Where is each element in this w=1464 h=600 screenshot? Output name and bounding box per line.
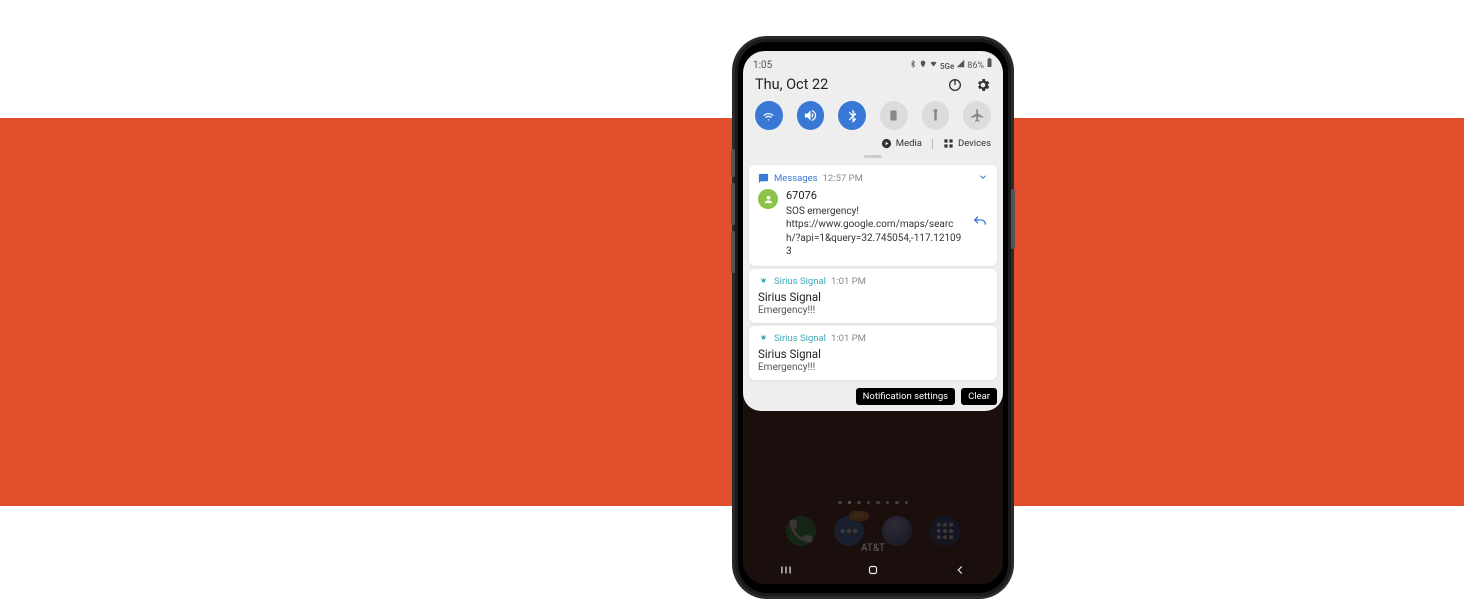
wifi-icon	[929, 59, 938, 71]
gear-icon[interactable]	[975, 77, 991, 93]
reply-icon[interactable]	[972, 214, 988, 234]
qs-sound[interactable]	[797, 101, 825, 130]
shade-actions: Notification settings Clear	[743, 386, 1003, 411]
notif-line1: SOS emergency!	[786, 205, 964, 219]
qs-wifi[interactable]	[755, 101, 783, 130]
phone-side-button	[731, 231, 735, 273]
notif-app-name: Sirius Signal	[774, 276, 826, 287]
avatar	[758, 189, 778, 209]
notif-app-name: Messages	[774, 173, 818, 184]
notif-app-name: Sirius Signal	[774, 333, 826, 344]
carrier-label: AT&T	[743, 543, 1003, 554]
apps-drawer-icon[interactable]	[930, 516, 960, 546]
media-label: Media	[896, 138, 922, 149]
shade-header: Thu, Oct 22	[743, 73, 1003, 99]
signal-icon	[956, 59, 965, 71]
sirius-icon	[758, 276, 769, 287]
notif-time: 12:57 PM	[823, 173, 863, 184]
notif-time: 1:01 PM	[831, 333, 866, 344]
dock: 321	[743, 516, 1003, 546]
network-label: 5Ge	[940, 62, 954, 71]
location-icon	[919, 60, 927, 71]
battery-label: 86%	[967, 61, 984, 71]
phone-side-button	[731, 183, 735, 225]
quick-settings	[743, 99, 1003, 134]
phone-side-button	[731, 149, 735, 177]
notif-content: 67076 SOS emergency! https://www.google.…	[786, 189, 964, 259]
phone-frame: 321 AT&T 1:05	[735, 39, 1011, 596]
chevron-down-icon[interactable]	[978, 172, 988, 185]
devices-button[interactable]: Devices	[943, 138, 991, 149]
qs-bluetooth[interactable]	[838, 101, 866, 130]
phone-screen: 321 AT&T 1:05	[743, 51, 1003, 584]
qs-rotate[interactable]	[880, 101, 908, 130]
power-icon[interactable]	[947, 77, 963, 93]
notif-time: 1:01 PM	[831, 276, 866, 287]
notif-title: Sirius Signal	[758, 290, 988, 304]
nav-back[interactable]	[953, 562, 967, 581]
media-button[interactable]: Media	[881, 138, 922, 149]
notification-shade[interactable]: 1:05 5Ge 86%	[743, 51, 1003, 411]
phone-side-button	[1011, 189, 1015, 249]
nav-bar	[743, 558, 1003, 584]
clear-button[interactable]: Clear	[961, 388, 997, 405]
notification-list: Messages 12:57 PM 67076 SOS emergency!	[743, 162, 1003, 386]
notification-settings-button[interactable]: Notification settings	[856, 388, 955, 405]
status-time: 1:05	[753, 60, 772, 71]
notif-body: Emergency!!!	[758, 362, 988, 373]
messages-icon	[758, 173, 769, 184]
notif-title: Sirius Signal	[758, 347, 988, 361]
notification-sirius-1[interactable]: Sirius Signal 1:01 PM Sirius Signal Emer…	[749, 269, 997, 323]
notif-body: Emergency!!!	[758, 305, 988, 316]
notif-sender: 67076	[786, 189, 964, 204]
page-indicator	[743, 501, 1003, 505]
shade-date: Thu, Oct 22	[755, 76, 935, 93]
phone-app-icon[interactable]	[786, 516, 816, 546]
badge: 321	[849, 511, 869, 521]
devices-label: Devices	[958, 138, 991, 149]
notif-line2: https://www.google.com/maps/search/?api=…	[786, 218, 964, 259]
nav-home[interactable]	[866, 562, 880, 581]
shade-handle[interactable]	[864, 155, 882, 158]
media-devices-row: Media Devices	[743, 134, 1003, 155]
notification-sirius-2[interactable]: Sirius Signal 1:01 PM Sirius Signal Emer…	[749, 326, 997, 380]
qs-flashlight[interactable]	[922, 101, 950, 130]
status-bar: 1:05 5Ge 86%	[743, 51, 1003, 73]
separator	[932, 139, 933, 149]
notification-messages[interactable]: Messages 12:57 PM 67076 SOS emergency!	[749, 165, 997, 266]
sirius-icon	[758, 333, 769, 344]
browser-app-icon[interactable]	[882, 516, 912, 546]
messages-app-icon[interactable]: 321	[834, 516, 864, 546]
nav-recents[interactable]	[779, 562, 793, 581]
battery-icon	[986, 58, 993, 71]
bluetooth-icon	[909, 60, 917, 71]
qs-airplane[interactable]	[963, 101, 991, 130]
